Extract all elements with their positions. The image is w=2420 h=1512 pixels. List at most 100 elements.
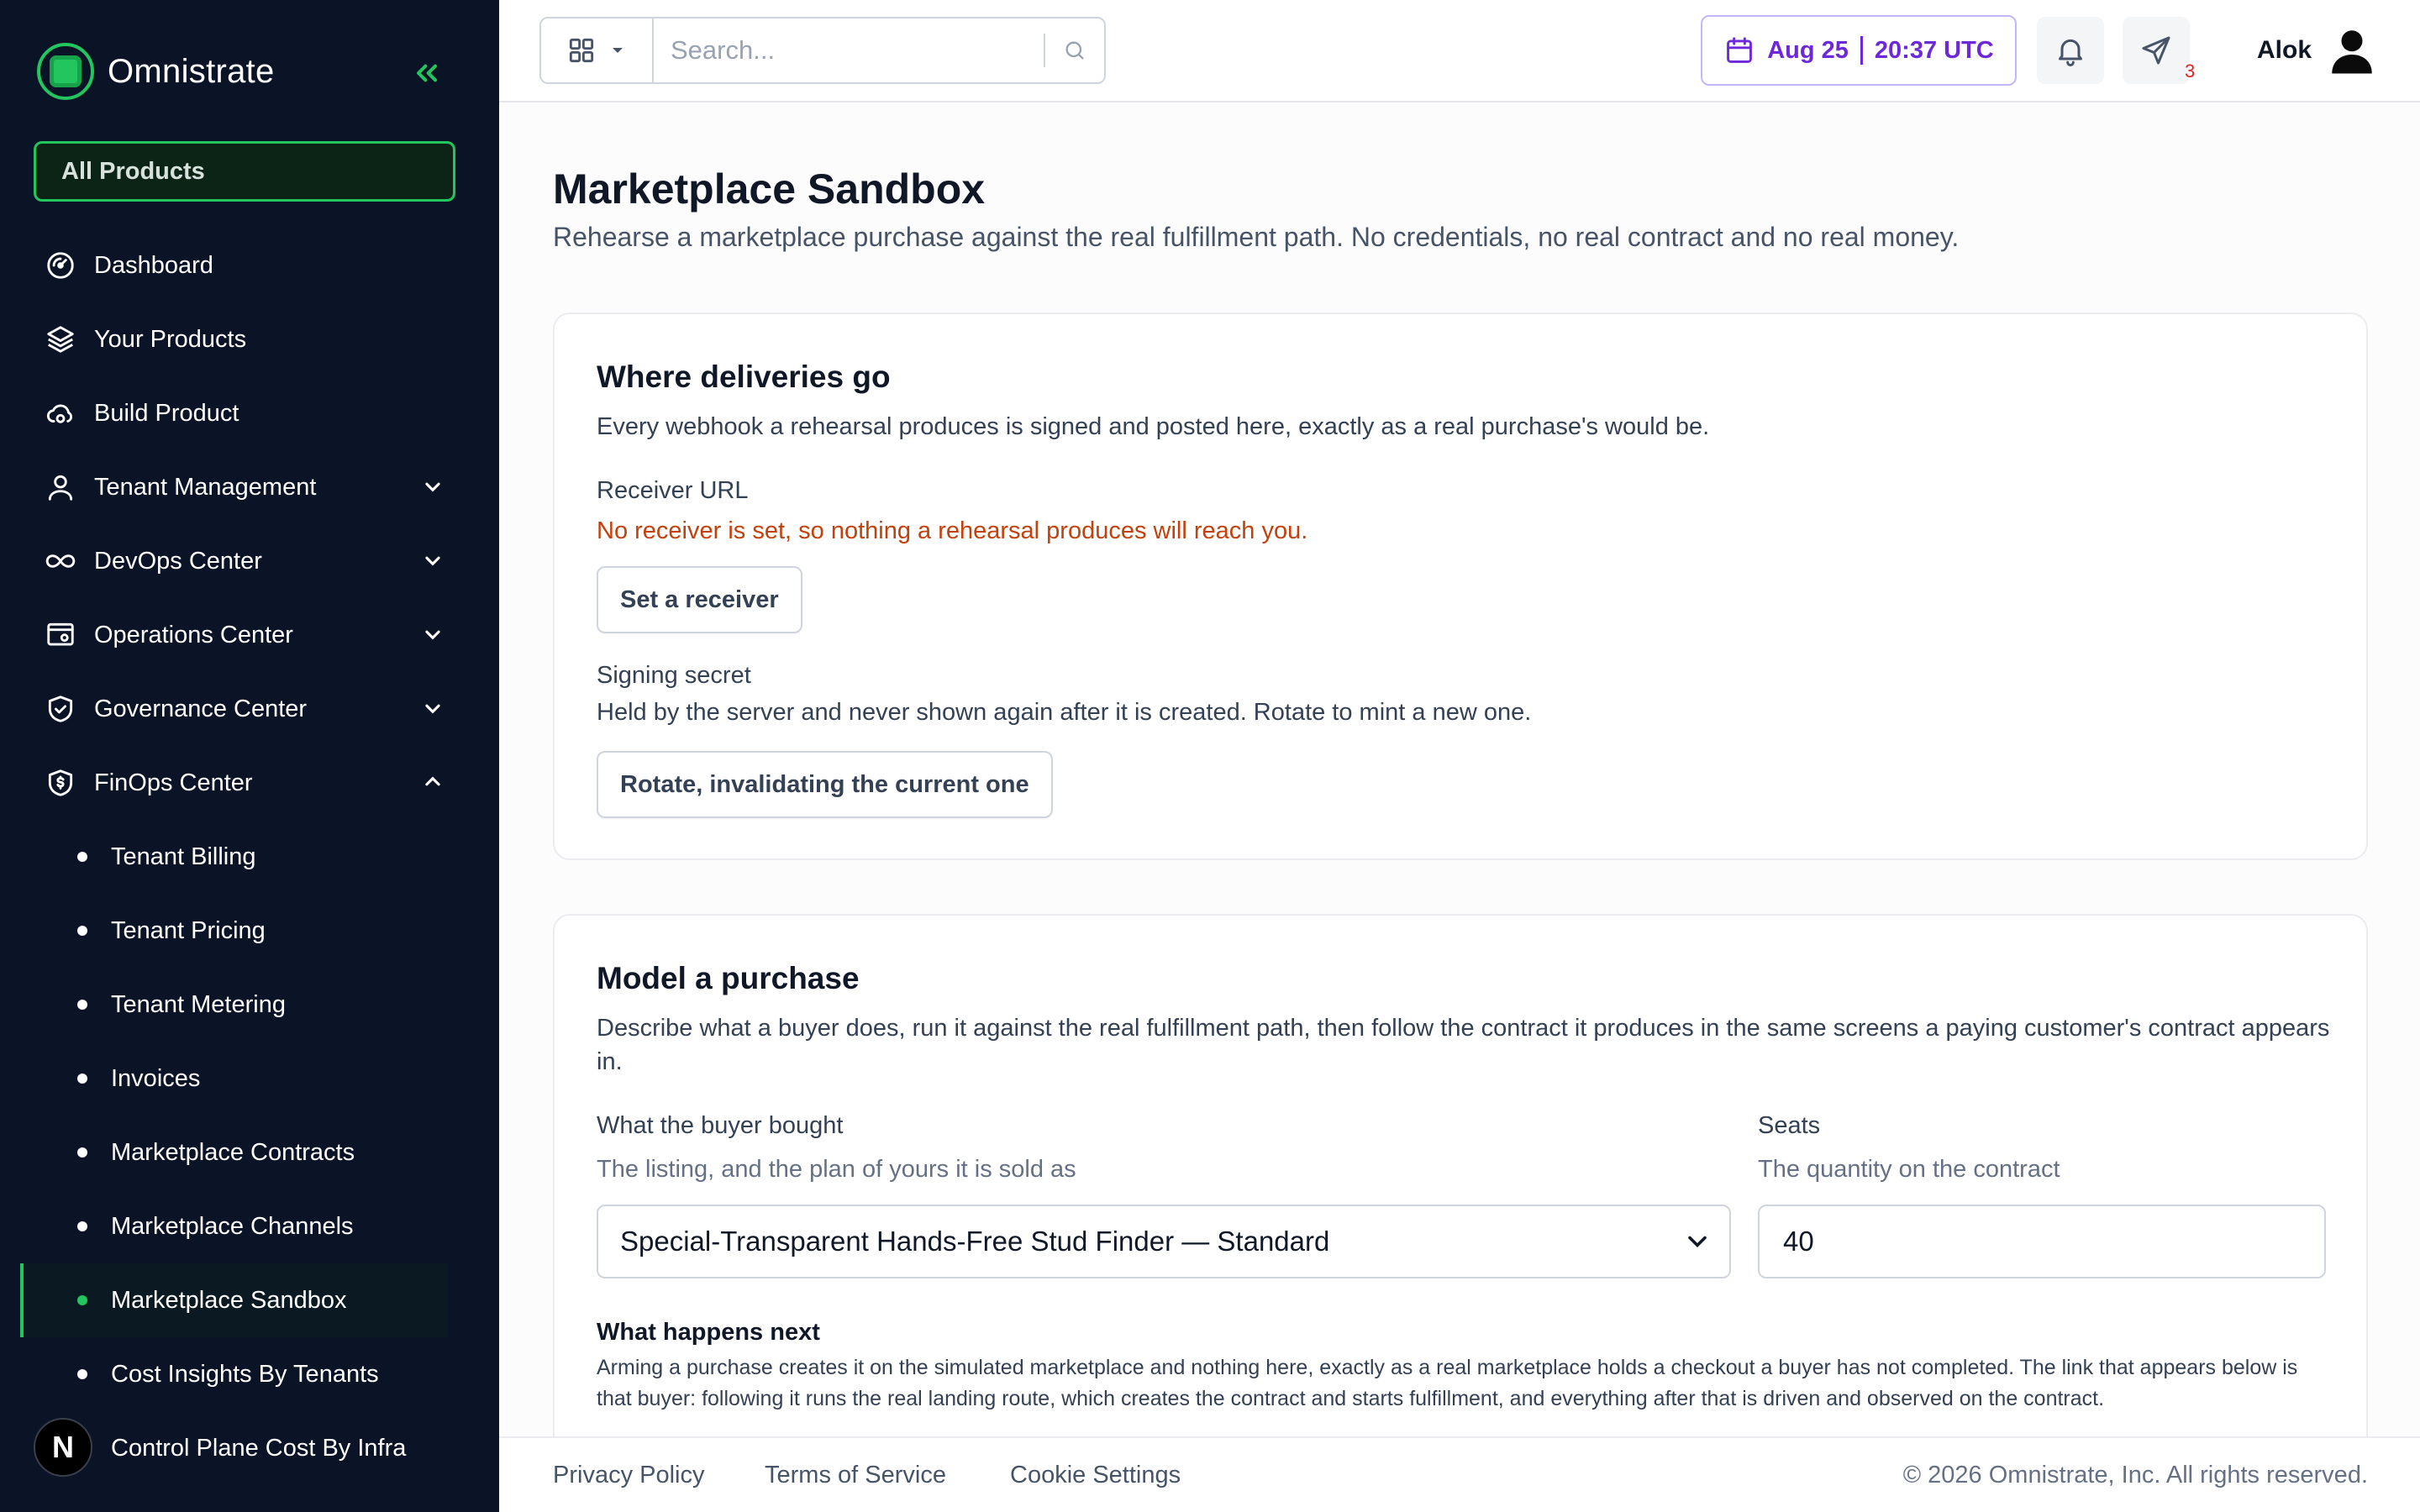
bullet-icon: [77, 852, 87, 862]
sidebar-item-dashboard[interactable]: Dashboard: [0, 228, 499, 302]
sidebar-item-devops-center[interactable]: DevOps Center: [0, 524, 499, 598]
sidebar-item-build-product[interactable]: Build Product: [0, 376, 499, 450]
nextjs-badge-icon[interactable]: N: [34, 1418, 92, 1477]
sidebar-subitem-label: Tenant Billing: [111, 843, 256, 870]
search-icon[interactable]: [1045, 39, 1104, 62]
signing-secret-label: Signing secret: [597, 662, 751, 689]
model-purchase-description: Describe what a buyer does, run it again…: [597, 1015, 2330, 1075]
notification-count-badge: 3: [2185, 60, 2196, 81]
chevron-down-icon: [425, 482, 440, 492]
what-happens-next-description: Arming a purchase creates it on the simu…: [597, 1356, 2298, 1410]
set-receiver-button[interactable]: Set a receiver: [597, 566, 802, 633]
sidebar-subitem-marketplace-contracts[interactable]: Marketplace Contracts: [0, 1116, 499, 1189]
user-name: Alok: [2257, 36, 2312, 64]
deliveries-title: Where deliveries go: [597, 360, 891, 394]
sidebar-item-label: Dashboard: [94, 251, 213, 279]
time-text: 20:37 UTC: [1874, 36, 1994, 64]
grid-icon: [569, 38, 594, 63]
seats-hint: The quantity on the contract: [1758, 1156, 2060, 1183]
sidebar-subitem-tenant-pricing[interactable]: Tenant Pricing: [0, 894, 499, 968]
model-purchase-title: Model a purchase: [597, 961, 860, 995]
top-bar: Aug 25 20:37 UTC 3 Alok: [499, 0, 2420, 102]
sidebar-subitem-tenant-billing[interactable]: Tenant Billing: [0, 820, 499, 894]
bullet-icon: [77, 1074, 87, 1084]
sidebar-item-label: DevOps Center: [94, 547, 262, 575]
sidebar-subitem-label: Cost Insights By Tenants: [111, 1360, 379, 1388]
sidebar-subitem-label: Invoices: [111, 1064, 201, 1092]
sidebar-nav: Dashboard Your Products Build Product Te…: [0, 228, 499, 1485]
settings-window-icon: [44, 618, 77, 652]
sidebar-subitem-label: Marketplace Channels: [111, 1212, 354, 1240]
shield-check-icon: [44, 692, 77, 726]
brand-name: Omnistrate: [108, 52, 275, 90]
sidebar-item-label: Your Products: [94, 325, 247, 353]
app-switcher-button[interactable]: [541, 18, 654, 82]
sidebar-subitem-invoices[interactable]: Invoices: [0, 1042, 499, 1116]
search-input[interactable]: [654, 18, 1044, 82]
sidebar-item-governance-center[interactable]: Governance Center: [0, 672, 499, 746]
chevron-down-icon: [425, 556, 440, 566]
dashboard-icon: [44, 249, 77, 282]
terms-of-service-link[interactable]: Terms of Service: [765, 1462, 946, 1489]
signing-secret-description: Held by the server and never shown again…: [597, 699, 1532, 726]
layers-icon: [44, 323, 77, 356]
sidebar-subitem-marketplace-channels[interactable]: Marketplace Channels: [0, 1189, 499, 1263]
sidebar-item-label: Build Product: [94, 399, 239, 427]
date-time-divider: [1860, 36, 1863, 65]
double-chevron-left-icon: [417, 64, 437, 82]
sidebar-subitem-label: Tenant Pricing: [111, 916, 266, 944]
notifications-button[interactable]: [2037, 17, 2104, 84]
model-purchase-card: Model a purchase Describe what a buyer d…: [553, 914, 2368, 1436]
caret-down-icon: [613, 48, 623, 53]
messages-button[interactable]: [2123, 17, 2190, 84]
bullet-icon: [77, 926, 87, 936]
sidebar-item-label: FinOps Center: [94, 769, 253, 796]
sidebar-item-finops-center[interactable]: FinOps Center: [0, 746, 499, 820]
sidebar: Omnistrate All Products Dashboard Your P…: [0, 0, 499, 1512]
seats-label: Seats: [1758, 1112, 1821, 1139]
all-products-button[interactable]: All Products: [34, 141, 455, 202]
sidebar-item-your-products[interactable]: Your Products: [0, 302, 499, 376]
sidebar-subitem-label: Marketplace Sandbox: [111, 1286, 347, 1314]
bullet-icon: [77, 1295, 87, 1305]
user-menu[interactable]: Alok: [2257, 20, 2377, 81]
bell-icon: [2059, 39, 2082, 66]
sidebar-item-label: Governance Center: [94, 695, 308, 722]
sidebar-subitem-cost-insights-by-tenants[interactable]: Cost Insights By Tenants: [0, 1337, 499, 1411]
infinity-icon: [44, 544, 77, 578]
sidebar-item-tenant-management[interactable]: Tenant Management: [0, 450, 499, 524]
chevron-down-icon: [1688, 1236, 1707, 1248]
user-icon: [44, 470, 77, 504]
chevron-up-icon: [425, 776, 440, 786]
what-happens-next-title: What happens next: [597, 1319, 820, 1346]
date-time-display[interactable]: Aug 25 20:37 UTC: [1701, 15, 2017, 86]
bullet-icon: [77, 1000, 87, 1010]
rotate-secret-button[interactable]: Rotate, invalidating the current one: [597, 751, 1053, 818]
cloud-build-icon: [44, 396, 77, 430]
bullet-icon: [77, 1147, 87, 1158]
main-content: Marketplace Sandbox Rehearse a marketpla…: [499, 102, 2420, 1436]
brand[interactable]: Omnistrate: [37, 42, 275, 101]
sidebar-subitem-tenant-metering[interactable]: Tenant Metering: [0, 968, 499, 1042]
cookie-settings-link[interactable]: Cookie Settings: [1010, 1462, 1181, 1489]
footer: Privacy Policy Terms of Service Cookie S…: [499, 1436, 2420, 1512]
send-icon: [2142, 36, 2170, 65]
deliveries-description: Every webhook a rehearsal produces is si…: [597, 413, 1710, 440]
date-text: Aug 25: [1767, 36, 1849, 64]
collapse-sidebar-button[interactable]: [405, 52, 449, 94]
seats-input[interactable]: [1758, 1205, 2326, 1278]
page-subtitle: Rehearse a marketplace purchase against …: [553, 222, 1960, 252]
listing-plan-select[interactable]: Special-Transparent Hands-Free Stud Find…: [597, 1205, 1731, 1278]
receiver-url-label: Receiver URL: [597, 477, 749, 504]
privacy-policy-link[interactable]: Privacy Policy: [553, 1462, 705, 1489]
copyright-text: © 2026 Omnistrate, Inc. All rights reser…: [1902, 1462, 2368, 1488]
bullet-icon: [77, 1221, 87, 1231]
search-group: [539, 17, 1106, 84]
sidebar-item-label: Tenant Management: [94, 473, 317, 501]
sidebar-item-operations-center[interactable]: Operations Center: [0, 598, 499, 672]
sidebar-subitem-marketplace-sandbox[interactable]: Marketplace Sandbox: [20, 1263, 449, 1337]
omnistrate-logo-icon: [37, 43, 94, 100]
sidebar-subitem-label: Tenant Metering: [111, 990, 286, 1018]
bought-label: What the buyer bought: [597, 1112, 844, 1139]
bullet-icon: [77, 1369, 87, 1379]
